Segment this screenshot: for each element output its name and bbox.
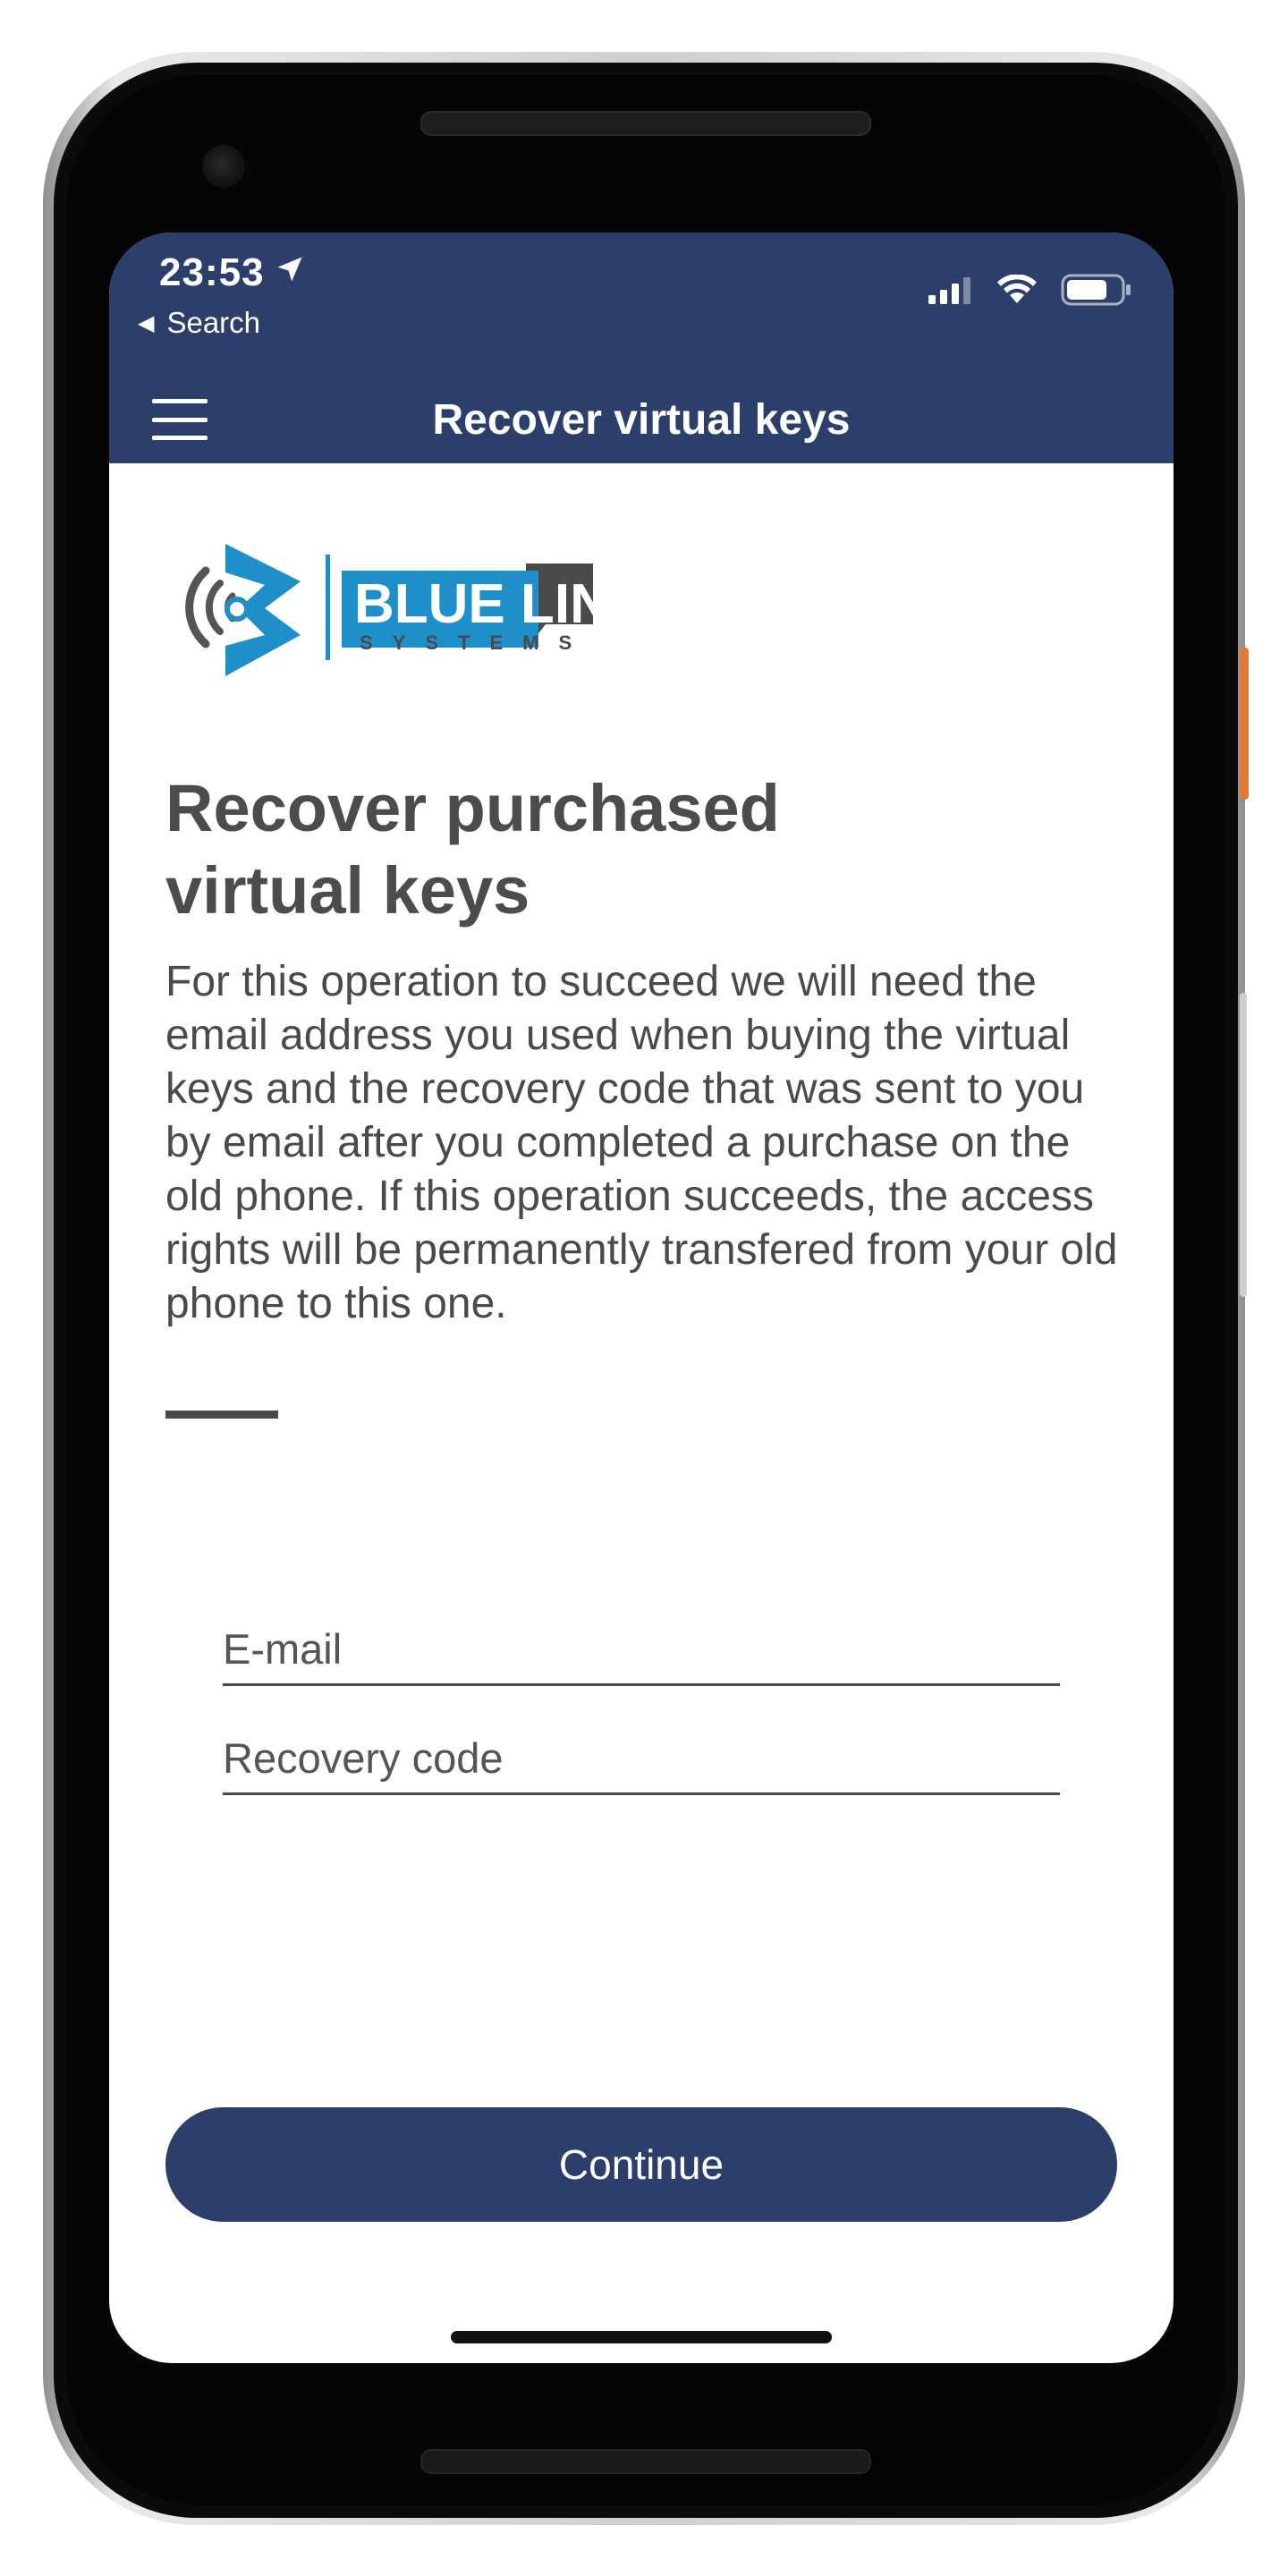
email-field[interactable] [223,1617,1060,1686]
back-to-search-link[interactable]: ◀ Search [138,306,260,340]
time-label: 23:53 [159,250,265,294]
app-screen: 23:53 ◀ Search Recover virtual keys BLUE… [109,233,1174,2363]
page-title: Recover virtual keys [432,396,851,444]
logo-wordmark: BLUE LINK SYSTEMS [354,573,650,654]
svg-text:SYSTEMS: SYSTEMS [360,631,591,654]
blue-link-systems-logo: BLUE LINK SYSTEMS [168,517,758,696]
nav-bar: Recover virtual keys [109,376,1174,463]
volume-button [1240,993,1247,1297]
description-text: For this operation to succeed we will ne… [165,958,1118,1327]
status-bar-time: 23:53 [159,250,306,295]
cellular-signal-icon [927,275,973,309]
front-camera [202,145,245,188]
app-header: 23:53 ◀ Search Recover virtual keys [109,233,1174,463]
battery-icon [1061,274,1132,310]
heading-divider [165,1411,278,1419]
status-icons [927,274,1132,310]
earpiece-speaker [420,111,871,136]
heading-line-1: Recover purchased [165,771,780,845]
power-button [1240,648,1249,800]
bottom-speaker [420,2449,871,2474]
recovery-code-field[interactable] [223,1726,1060,1795]
location-arrow-icon [274,250,306,295]
wifi-icon [996,274,1038,309]
home-indicator[interactable] [451,2331,832,2343]
continue-button[interactable]: Continue [165,2107,1117,2222]
back-triangle-icon: ◀ [138,310,155,335]
page-heading: Recover purchased virtual keys [165,767,1114,932]
heading-line-2: virtual keys [165,853,530,928]
svg-text:BLUE LINK: BLUE LINK [354,573,650,635]
back-to-search-label: Search [166,306,261,339]
